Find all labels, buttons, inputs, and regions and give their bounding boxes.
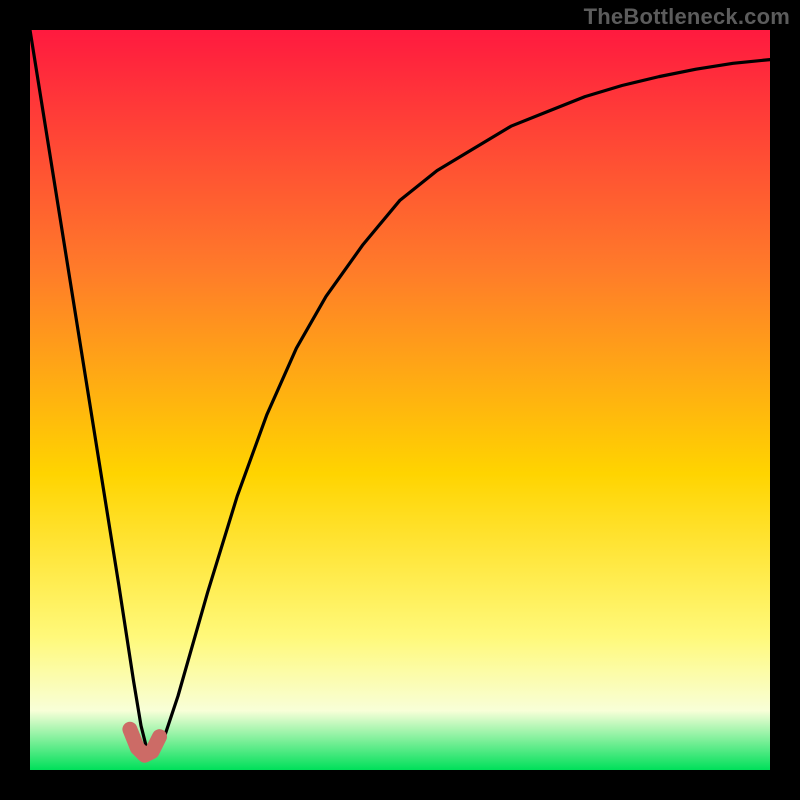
chart-frame: TheBottleneck.com — [0, 0, 800, 800]
watermark-text: TheBottleneck.com — [584, 4, 790, 30]
plot-area — [30, 30, 770, 770]
bottleneck-curve-path — [30, 30, 770, 755]
bottleneck-curve-svg — [30, 30, 770, 770]
